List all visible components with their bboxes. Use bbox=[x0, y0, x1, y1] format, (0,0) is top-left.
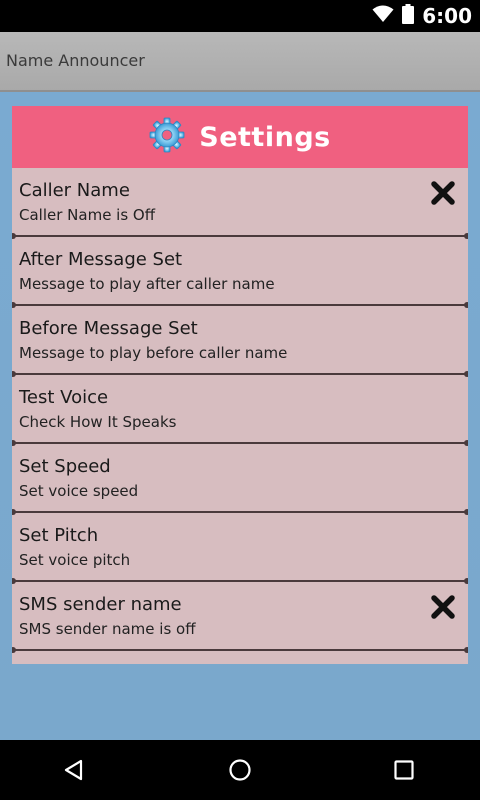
setting-test-voice[interactable]: Test Voice Check How It Speaks bbox=[12, 375, 468, 446]
item-title: Set Speed bbox=[19, 456, 111, 477]
home-icon[interactable] bbox=[220, 750, 260, 790]
setting-next-partial[interactable] bbox=[12, 651, 468, 664]
item-title: Test Voice bbox=[19, 387, 109, 408]
status-icons: 6:00 bbox=[372, 0, 472, 32]
app-title: Name Announcer bbox=[6, 51, 145, 70]
settings-list: Caller Name Caller Name is Off After Mes… bbox=[12, 168, 468, 664]
item-subtitle: Check How It Speaks bbox=[19, 413, 177, 431]
wifi-icon bbox=[372, 5, 394, 27]
setting-before-message[interactable]: Before Message Set Message to play befor… bbox=[12, 306, 468, 377]
item-subtitle: SMS sender name is off bbox=[19, 620, 196, 638]
item-title: Caller Name bbox=[19, 180, 130, 201]
item-subtitle: Set voice speed bbox=[19, 482, 139, 500]
item-subtitle: Message to play before caller name bbox=[19, 344, 288, 362]
item-title: After Message Set bbox=[19, 249, 183, 270]
status-time: 6:00 bbox=[422, 4, 472, 28]
item-subtitle: Set voice pitch bbox=[19, 551, 131, 569]
action-bar: Name Announcer bbox=[0, 32, 480, 92]
setting-after-message[interactable]: After Message Set Message to play after … bbox=[12, 237, 468, 308]
close-icon bbox=[430, 594, 456, 620]
item-title: Set Pitch bbox=[19, 525, 99, 546]
setting-set-speed[interactable]: Set Speed Set voice speed bbox=[12, 444, 468, 515]
setting-sms-sender-name[interactable]: SMS sender name SMS sender name is off bbox=[12, 582, 468, 653]
setting-caller-name[interactable]: Caller Name Caller Name is Off bbox=[12, 168, 468, 239]
recents-icon[interactable] bbox=[384, 750, 424, 790]
item-subtitle: Message to play after caller name bbox=[19, 275, 275, 293]
setting-set-pitch[interactable]: Set Pitch Set voice pitch bbox=[12, 513, 468, 584]
battery-icon bbox=[402, 4, 415, 28]
close-icon bbox=[430, 180, 456, 206]
back-icon[interactable] bbox=[54, 750, 94, 790]
gear-icon bbox=[149, 117, 185, 157]
settings-title: Settings bbox=[199, 121, 331, 153]
settings-header: Settings bbox=[12, 106, 468, 168]
status-bar: 6:00 bbox=[0, 0, 480, 32]
content-area: Settings Caller Name Caller Name is Off … bbox=[0, 92, 480, 740]
item-subtitle: Caller Name is Off bbox=[19, 206, 156, 224]
item-title: SMS sender name bbox=[19, 594, 182, 615]
navigation-bar bbox=[0, 740, 480, 800]
item-title: Before Message Set bbox=[19, 318, 198, 339]
settings-panel: Settings Caller Name Caller Name is Off … bbox=[12, 106, 468, 664]
